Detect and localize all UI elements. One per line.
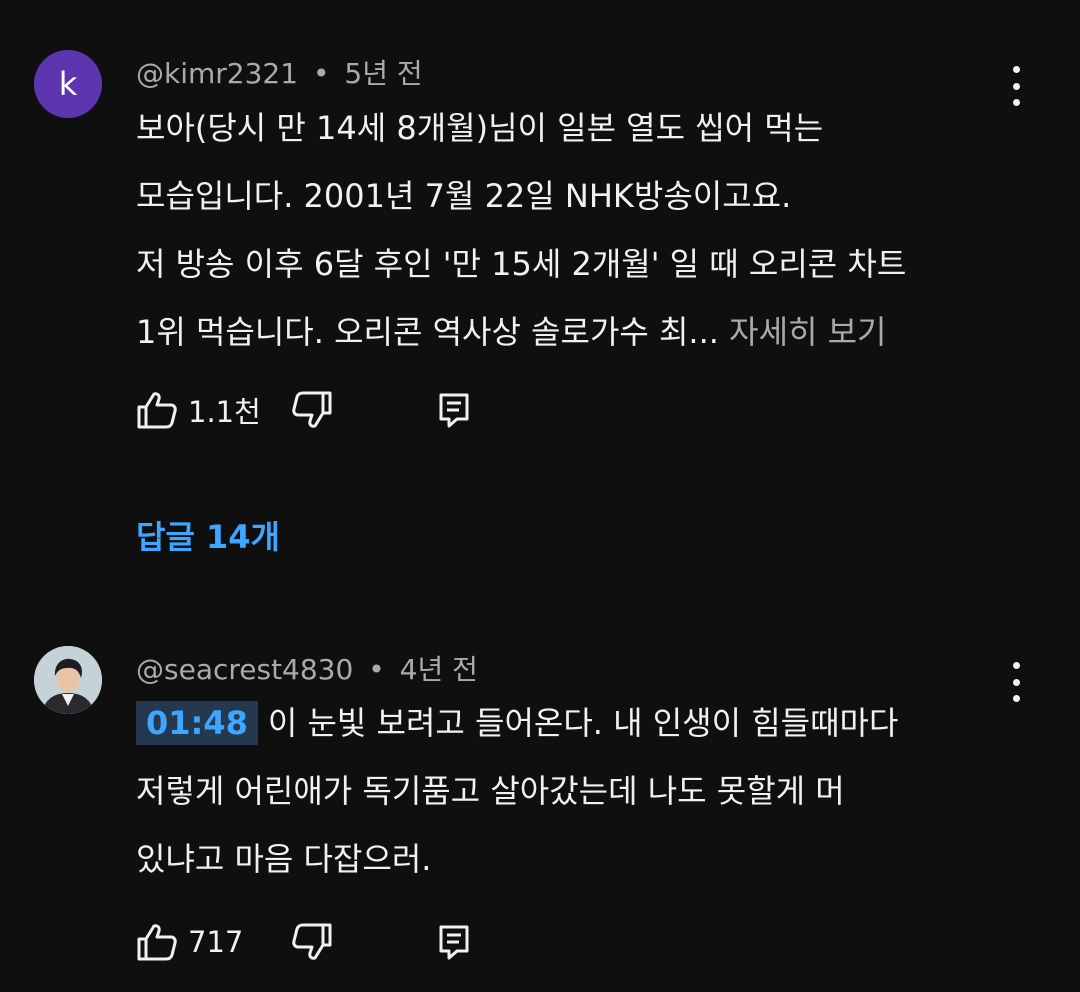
dislike-button[interactable] [291,390,333,430]
comment-meta: @seacrest4830 • 4년 전 [136,648,478,688]
avatar[interactable] [34,646,102,714]
like-count: 717 [188,925,244,959]
comment-time: 5년 전 [344,57,423,90]
like-button[interactable]: 1.1천 [136,389,261,431]
comment-line: 저렇게 어린애가 독기품고 살아갔는데 나도 못할게 머 [136,772,845,810]
dislike-button[interactable] [291,922,333,962]
thumbs-down-icon [292,391,332,428]
comment-line: 보아(당시 만 14세 8개월)님이 일본 열도 씹어 먹는 [136,109,824,147]
comment-text: 01:48 이 눈빛 보려고 들어온다. 내 인생이 힘들때마다 저렇게 어린애가… [136,689,1016,893]
comment-actions: 1.1천 [136,388,471,432]
reply-button[interactable] [437,922,471,962]
comment-text: 보아(당시 만 14세 8개월)님이 일본 열도 씹어 먹는 모습입니다. 20… [136,94,1016,366]
replies-button[interactable]: 답글 14개 [136,512,280,558]
comment-time: 4년 전 [399,653,478,686]
read-more-link[interactable]: 자세히 보기 [729,313,886,351]
comment-line: 모습입니다. 2001년 7월 22일 NHK방송이고요. [136,177,792,215]
avatar-image [34,646,102,714]
timestamp-link[interactable]: 01:48 [136,701,258,745]
author-name[interactable]: @kimr2321 [136,57,298,90]
like-count: 1.1천 [188,395,261,429]
reply-icon [439,925,469,960]
comment-meta: @kimr2321 • 5년 전 [136,52,423,92]
thumbs-up-icon [137,924,177,961]
comment-line-text: 1위 먹습니다. 오리콘 역사상 솔로가수 최... [136,313,719,351]
avatar-letter: k [58,65,78,103]
thumbs-up-icon [137,392,177,429]
meta-separator: • [368,653,385,686]
author-name[interactable]: @seacrest4830 [136,653,353,686]
comment-line: 1위 먹습니다. 오리콘 역사상 솔로가수 최... 자세히 보기 [136,298,1016,366]
comment-line: 저 방송 이후 6달 후인 '만 15세 2개월' 일 때 오리콘 차트 [136,245,907,283]
like-button[interactable]: 717 [136,922,243,962]
reply-icon [439,393,469,428]
reply-button[interactable] [437,390,471,430]
comment-line-text: 이 눈빛 보려고 들어온다. 내 인생이 힘들때마다 [267,704,899,742]
thumbs-down-icon [292,923,332,960]
avatar[interactable]: k [34,50,102,118]
comment-line: 01:48 이 눈빛 보려고 들어온다. 내 인생이 힘들때마다 [136,689,1016,757]
meta-separator: • [312,57,330,90]
comment-line: 있냐고 마음 다잡으러. [136,840,432,878]
comment-actions: 717 [136,920,471,964]
